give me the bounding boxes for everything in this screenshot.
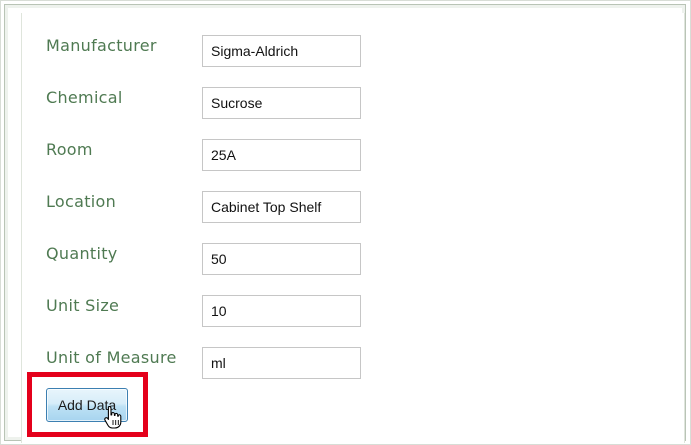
unit-of-measure-row: Unit of Measure: [22, 333, 672, 379]
manufacturer-input[interactable]: [202, 35, 361, 67]
room-input[interactable]: [202, 139, 361, 171]
chemical-label: Chemical: [46, 88, 123, 107]
room-label: Room: [46, 140, 93, 159]
location-label: Location: [46, 192, 117, 211]
quantity-input[interactable]: [202, 243, 361, 275]
manufacturer-row: Manufacturer: [22, 21, 672, 67]
location-input[interactable]: [202, 191, 361, 223]
unit-of-measure-label: Unit of Measure: [46, 348, 177, 367]
quantity-label: Quantity: [46, 244, 118, 263]
room-row: Room: [22, 125, 672, 171]
chemical-row: Chemical: [22, 73, 672, 119]
chemical-input[interactable]: [202, 87, 361, 119]
unit-size-input[interactable]: [202, 295, 361, 327]
unit-size-label: Unit Size: [46, 296, 120, 315]
unit-of-measure-input[interactable]: [202, 347, 361, 379]
manufacturer-label: Manufacturer: [46, 36, 157, 55]
quantity-row: Quantity: [22, 229, 672, 275]
hand-pointer-icon: [104, 405, 122, 429]
unit-size-row: Unit Size: [22, 281, 672, 327]
location-row: Location: [22, 177, 672, 223]
